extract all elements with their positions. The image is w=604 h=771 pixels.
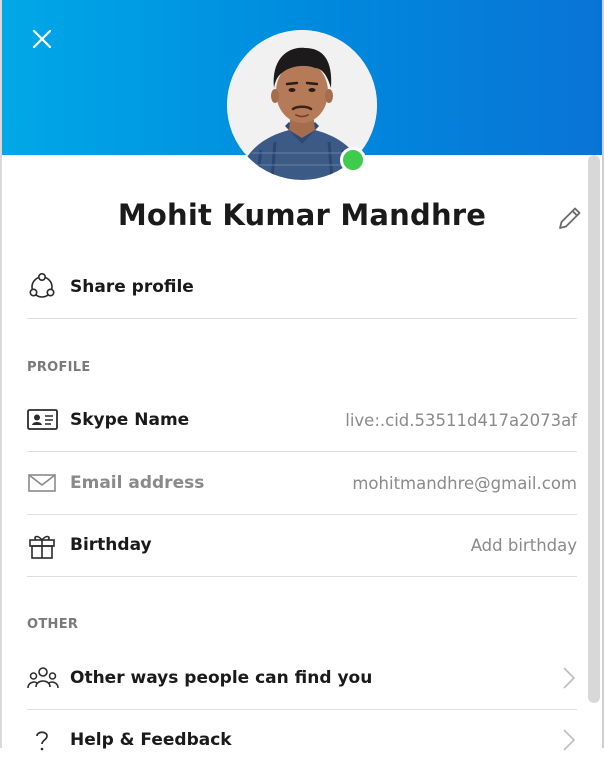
close-button[interactable] (30, 27, 54, 51)
share-profile-button[interactable]: Share profile (27, 256, 577, 319)
help-feedback-button[interactable]: Help & Feedback (27, 709, 577, 771)
share-icon (27, 271, 59, 303)
birthday-label: Birthday (70, 535, 152, 555)
other-ways-label: Other ways people can find you (70, 668, 373, 688)
chevron-right-icon (563, 729, 576, 751)
add-birthday-link[interactable]: Add birthday (471, 536, 577, 555)
email-row[interactable]: Email address mohitmandhre@gmail.com (27, 452, 577, 515)
birthday-row[interactable]: Birthday Add birthday (27, 514, 577, 577)
profile-name: Mohit Kumar Mandhre (117, 198, 487, 232)
close-icon (32, 29, 52, 49)
edit-icon (559, 207, 581, 229)
edit-name-button[interactable] (555, 203, 585, 233)
mail-icon (27, 467, 59, 499)
gift-icon (27, 529, 59, 561)
chevron-right-icon (563, 667, 576, 689)
skype-name-label: Skype Name (70, 410, 190, 430)
skype-name-row[interactable]: Skype Name live:.cid.53511d417a2073af (27, 389, 577, 452)
skype-name-value[interactable]: live:.cid.53511d417a2073af (345, 411, 577, 430)
online-status-indicator (340, 147, 366, 173)
people-icon (27, 662, 59, 694)
help-feedback-label: Help & Feedback (70, 730, 232, 750)
scrollbar[interactable] (588, 155, 600, 703)
avatar[interactable] (227, 30, 377, 180)
id-card-icon (27, 404, 59, 436)
section-heading-profile: PROFILE (27, 360, 91, 375)
share-profile-label: Share profile (70, 277, 194, 297)
email-value[interactable]: mohitmandhre@gmail.com (352, 474, 577, 493)
question-icon (27, 724, 59, 756)
window-border-left (0, 0, 2, 748)
email-label: Email address (70, 473, 205, 493)
other-ways-find-you-button[interactable]: Other ways people can find you (27, 647, 577, 710)
section-heading-other: OTHER (27, 617, 79, 632)
